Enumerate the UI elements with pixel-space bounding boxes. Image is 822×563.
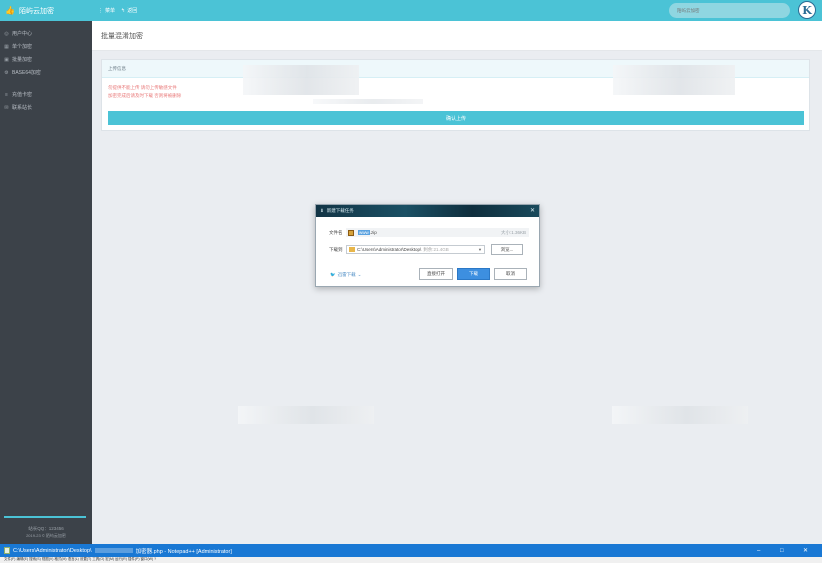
path-free-space: 剩余:21.4GB	[423, 246, 449, 252]
close-icon: ✕	[803, 548, 809, 554]
thunder-download-option[interactable]: 🐦 迅雷下载 ⌄	[330, 272, 361, 278]
window-title-prefix: C:\Users\Administrator\Desktop\	[13, 547, 92, 554]
chat-icon: ✉	[4, 104, 9, 111]
upload-button[interactable]: 确认上传	[108, 111, 804, 125]
redaction-patch	[243, 65, 359, 95]
sidebar-footer: 站长QQ：123456 2019-23 © 陌屿云加密	[0, 516, 92, 544]
thumbs-up-icon: 👍	[5, 6, 15, 15]
filename-field[interactable]: www .zip 大小:1.36KB	[346, 228, 529, 237]
sidebar-item-batch-encrypt[interactable]: ▣ 批量加密	[0, 53, 92, 66]
top-bar: 👍 陌屿云加密 ⋮菜单 ↰返回 K	[0, 0, 822, 21]
avatar[interactable]: K	[798, 1, 816, 19]
menu-icon: ⋮	[98, 7, 103, 14]
path-text: C:\Users\Administrator\Desktop\	[357, 247, 422, 252]
thunder-label: 迅雷下载	[337, 272, 356, 277]
sidebar-item-label: BASE64加密	[12, 70, 41, 76]
redaction-patch	[612, 406, 748, 424]
page-title: 批量混淆加密	[101, 33, 143, 40]
folder-icon	[349, 247, 355, 252]
footer-copyright: 2019-23 © 陌屿云加密	[26, 533, 66, 538]
brand-name: 陌屿云加密	[18, 7, 54, 15]
grid-icon: ▦	[4, 43, 9, 50]
sidebar-item-recharge[interactable]: ≡ 充值卡密	[0, 88, 92, 101]
sidebar-item-base64[interactable]: ⚙ BASE64加密	[0, 66, 92, 79]
back-link[interactable]: ↰ 返回	[121, 7, 138, 15]
filename-label: 文件名	[329, 229, 343, 235]
back-icon: ↰	[121, 7, 126, 14]
redaction-patch	[94, 548, 133, 553]
close-icon[interactable]: ✕	[530, 207, 535, 214]
list-icon: ≡	[5, 91, 8, 98]
maximize-button[interactable]: □	[780, 544, 784, 557]
back-label: 返回	[127, 8, 138, 14]
redaction-patch	[238, 406, 374, 424]
download-button[interactable]: 下载	[457, 268, 490, 280]
zip-file-icon	[348, 229, 354, 236]
sidebar-item-label: 联系站长	[12, 105, 33, 111]
filename-row: 文件名 www .zip 大小:1.36KB	[329, 228, 529, 237]
filename-suffix: .zip	[369, 230, 377, 235]
open-directly-button[interactable]: 直接打开	[419, 268, 453, 280]
download-dialog: ⬇ 新建下载任务 ✕ 文件名 www .zip 大小:1.36KB 下载到 C:\…	[315, 204, 540, 287]
sidebar-item-user-center[interactable]: ◎ 用户中心	[0, 27, 92, 40]
gear-icon: ⚙	[4, 69, 9, 76]
minimize-icon: –	[757, 547, 761, 554]
maximize-icon: □	[780, 547, 784, 554]
top-nav: ⋮ 菜单 ↰ 返回	[98, 0, 137, 21]
avatar-letter: K	[802, 3, 812, 17]
save-path-row: 下载到 C:\Users\Administrator\Desktop\ 剩余:2…	[329, 244, 523, 255]
download-arrow-icon: ⬇	[320, 208, 324, 213]
file-size: 大小:1.36KB	[500, 229, 526, 235]
sidebar-item-label: 批量加密	[12, 57, 33, 63]
filename-highlight: www	[358, 230, 370, 235]
sidebar-item-single-encrypt[interactable]: ▦ 单个加密	[0, 40, 92, 53]
cancel-button[interactable]: 取消	[494, 268, 527, 280]
chevron-down-icon: ⌄	[357, 272, 362, 277]
minimize-button[interactable]: –	[757, 544, 760, 557]
dialog-title: 新建下载任务	[326, 208, 354, 213]
sidebar-accent-line	[4, 516, 86, 518]
sidebar-item-label: 用户中心	[12, 31, 33, 37]
menu-toggle[interactable]: ⋮ 菜单	[98, 7, 116, 15]
saveto-label: 下载到	[329, 246, 343, 252]
notepad-menu-strip[interactable]: 文件(F) 编辑(E) 搜索(S) 视图(V) 格式(M) 语言(L) 设置(T…	[0, 557, 822, 563]
menu-label: 菜单	[105, 8, 116, 14]
thunder-icon: 🐦	[330, 272, 336, 277]
circle-icon: ◎	[4, 30, 9, 37]
window-title-suffix: 加密器.php - Notepad++ [Administrator]	[135, 548, 232, 555]
close-window-button[interactable]: ✕	[803, 544, 808, 557]
sidebar-item-contact[interactable]: ✉ 联系站长	[0, 101, 92, 114]
browse-button[interactable]: 浏览...	[491, 244, 523, 255]
redaction-patch	[313, 99, 423, 104]
page-header: 批量混淆加密	[92, 21, 822, 51]
sidebar: ◎ 用户中心 ▦ 单个加密 ▣ 批量加密 ⚙ BASE64加密 ≡ 充值卡密 ✉ 联系站长 …	[0, 21, 92, 544]
notepad-icon	[4, 547, 10, 554]
brand[interactable]: 👍 陌屿云加密	[0, 0, 92, 21]
stack-icon: ▣	[4, 56, 9, 63]
sidebar-item-label: 充值卡密	[12, 92, 33, 98]
footer-qq: 站长QQ：123456	[28, 526, 64, 531]
save-path-select[interactable]: C:\Users\Administrator\Desktop\ 剩余:21.4G…	[346, 245, 485, 254]
redaction-patch	[613, 65, 735, 95]
notepad-titlebar[interactable]: C:\Users\Administrator\Desktop\ 加密器.php …	[0, 544, 822, 557]
sidebar-item-label: 单个加密	[12, 44, 33, 50]
dialog-titlebar[interactable]: ⬇ 新建下载任务	[316, 205, 539, 217]
chevron-down-icon: ▼	[478, 247, 482, 252]
search-input[interactable]	[669, 3, 790, 18]
